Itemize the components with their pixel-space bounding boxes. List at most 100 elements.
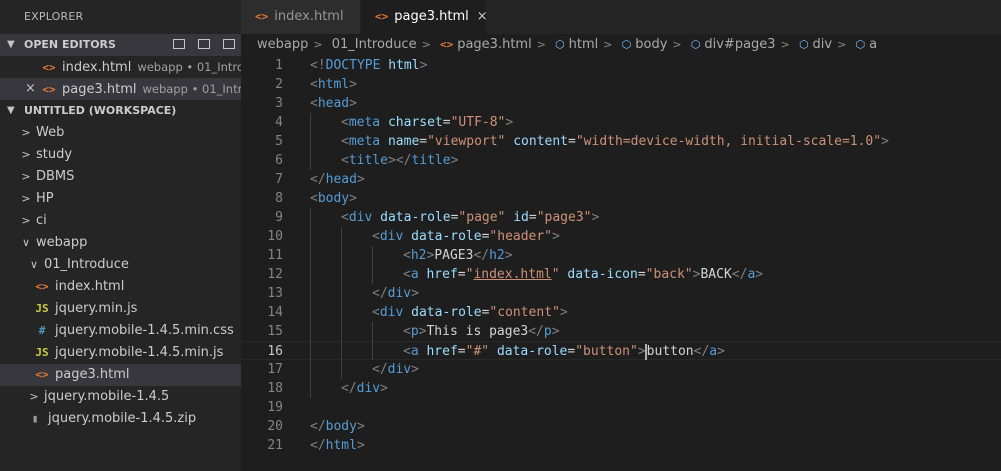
breadcrumb-item[interactable]: html — [569, 37, 599, 52]
code-line[interactable]: 11 <h2>PAGE3</h2> — [241, 246, 1001, 265]
workspace-section[interactable]: ▼ UNTITLED (WORKSPACE) — [0, 100, 241, 122]
breadcrumb-item[interactable]: webapp — [257, 37, 308, 52]
indent-guide — [341, 322, 342, 341]
file-jquery-mobile-zip[interactable]: ▮ jquery.mobile-1.4.5.zip — [0, 408, 241, 430]
file-page3-html[interactable]: <> page3.html — [0, 364, 241, 386]
code-token: < — [341, 115, 349, 130]
code-token: </ — [473, 248, 490, 263]
code-token: p — [410, 324, 419, 339]
folder-dbms[interactable]: > DBMS — [0, 166, 241, 188]
code-text: <meta charset="UTF-8"> — [341, 113, 513, 132]
line-number: 16 — [267, 344, 283, 359]
chevron-right-icon: > — [21, 214, 31, 227]
zip-file-icon: ▮ — [31, 412, 39, 425]
code-token: > — [380, 381, 388, 396]
open-editor-item-page3[interactable]: × <> page3.html webapp • 01_Intro... — [0, 78, 241, 100]
code-text: </div> — [372, 284, 419, 303]
code-line[interactable]: 6 <title></title> — [241, 151, 1001, 170]
indent-guide — [341, 360, 342, 379]
code-line[interactable]: 1 <!DOCTYPE html> — [241, 56, 1001, 75]
code-line[interactable]: 8 <body> — [241, 189, 1001, 208]
code-line[interactable]: 10 <div data-role="header"> — [241, 227, 1001, 246]
chevron-right-icon: > — [21, 192, 31, 205]
code-token: < — [403, 324, 411, 339]
code-token: "#" — [465, 344, 490, 359]
code-token: = — [568, 134, 576, 149]
code-line[interactable]: 16 <a href="#" data-role="button">button<… — [241, 341, 1001, 360]
code-line[interactable]: 4 <meta charset="UTF-8"> — [241, 113, 1001, 132]
code-line[interactable]: 15 <p>This is page3</p> — [241, 322, 1001, 341]
code-token: "header" — [489, 229, 553, 244]
code-token: > — [551, 324, 560, 339]
element-icon: ⬡ — [798, 38, 809, 51]
open-editors-section[interactable]: ▼ OPEN EDITORS — [0, 34, 241, 56]
html-file-icon: <> — [439, 38, 454, 51]
code-line[interactable]: 19 — [241, 398, 1001, 417]
new-untitled-file-icon[interactable] — [173, 39, 185, 49]
file-jquery-mobile-js[interactable]: JS jquery.mobile-1.4.5.min.js — [0, 342, 241, 364]
code-token: = — [442, 115, 451, 130]
file-jquery-mobile-css[interactable]: # jquery.mobile-1.4.5.min.css — [0, 320, 241, 342]
code-line[interactable]: 18 </div> — [241, 379, 1001, 398]
code-token: > — [505, 115, 514, 130]
element-icon: ⬡ — [621, 38, 632, 51]
code-text: <a href="index.html" data-icon="back">BA… — [403, 265, 763, 284]
code-token: div — [387, 286, 412, 301]
open-editor-filename: index.html — [62, 60, 132, 75]
code-line[interactable]: 14 <div data-role="content"> — [241, 303, 1001, 322]
folder-ci[interactable]: > ci — [0, 210, 241, 232]
close-icon[interactable]: × — [477, 9, 488, 24]
breadcrumb-item[interactable]: a — [869, 37, 877, 52]
code-line[interactable]: 13 </div> — [241, 284, 1001, 303]
file-jquery-min-js[interactable]: JS jquery.min.js — [0, 298, 241, 320]
close-all-icon[interactable] — [223, 39, 235, 49]
code-line[interactable]: 9 <div data-role="page" id="page3"> — [241, 208, 1001, 227]
code-token: > — [552, 229, 560, 244]
code-token: </ — [310, 172, 326, 187]
folder-study[interactable]: > study — [0, 144, 241, 166]
folder-01-introduce[interactable]: ∨ 01_Introduce — [0, 254, 241, 276]
folder-webapp[interactable]: ∨ webapp — [0, 232, 241, 254]
code-token: > — [356, 438, 365, 453]
folder-label: HP — [36, 191, 54, 206]
folder-label: ci — [36, 213, 47, 228]
breadcrumb-item[interactable]: div#page3 — [704, 37, 775, 52]
code-token: index.html — [473, 267, 552, 282]
code-token: html — [325, 438, 357, 453]
code-token: < — [403, 344, 411, 359]
tab-page3-html[interactable]: <> page3.html × — [361, 0, 488, 34]
code-line[interactable]: 2 <html> — [241, 75, 1001, 94]
save-all-icon[interactable] — [198, 39, 210, 49]
code-token: data-role — [496, 344, 568, 359]
breadcrumb-item[interactable]: 01_Introduce — [332, 37, 417, 52]
code-line[interactable]: 5 <meta name="viewport" content="width=de… — [241, 132, 1001, 151]
code-line[interactable]: 17 </div> — [241, 360, 1001, 379]
open-editor-item-index[interactable]: <> index.html webapp • 01_Introd... — [0, 56, 241, 78]
code-token: html — [317, 77, 350, 92]
code-line[interactable]: 20 </body> — [241, 417, 1001, 436]
folder-web[interactable]: > Web — [0, 122, 241, 144]
code-line[interactable]: 3 <head> — [241, 94, 1001, 113]
tab-index-html[interactable]: <> index.html — [241, 0, 360, 34]
code-token: > — [559, 305, 568, 320]
code-token: button — [646, 344, 694, 359]
breadcrumb-item[interactable]: body — [635, 37, 667, 52]
code-text: <body> — [310, 189, 357, 208]
code-line[interactable]: 7 </head> — [241, 170, 1001, 189]
folder-hp[interactable]: > HP — [0, 188, 241, 210]
code-token: < — [341, 153, 349, 168]
breadcrumb-item[interactable]: div — [813, 37, 833, 52]
code-token: "back" — [645, 267, 693, 282]
code-token: = — [528, 210, 537, 225]
code-token: > — [419, 58, 428, 73]
code-token: = — [419, 134, 428, 149]
breadcrumb-item[interactable]: page3.html — [457, 37, 531, 52]
code-editor[interactable]: 1 <!DOCTYPE html> 2 <html> 3 <head> 4 <meta cha… — [241, 56, 1001, 471]
code-line[interactable]: 12 <a href="index.html" data-icon="back">… — [241, 265, 1001, 284]
code-line[interactable]: 21 </html> — [241, 436, 1001, 455]
file-index-html[interactable]: <> index.html — [0, 276, 241, 298]
folder-jquery-mobile[interactable]: > jquery.mobile-1.4.5 — [0, 386, 241, 408]
close-icon[interactable]: × — [25, 78, 36, 100]
html-file-icon: <> — [375, 10, 389, 23]
code-token: > — [504, 248, 513, 263]
